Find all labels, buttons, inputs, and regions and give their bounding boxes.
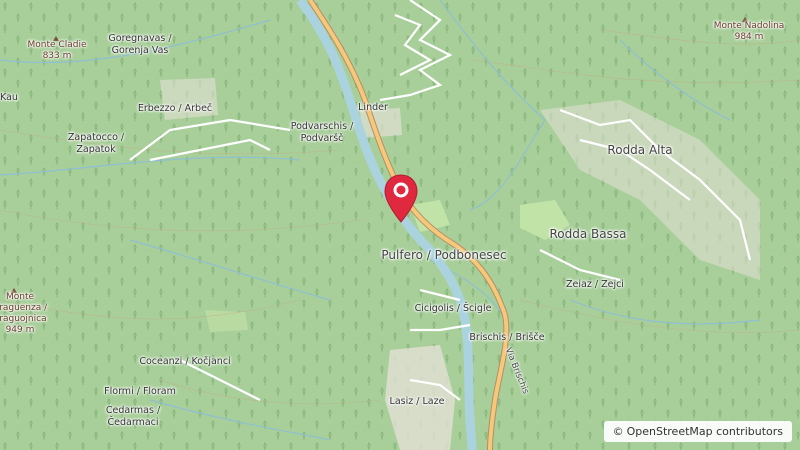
map-attribution[interactable]: © OpenStreetMap contributors <box>603 421 792 442</box>
coceanzi-label: Coceanzi / Kočjanci <box>139 356 231 367</box>
copyright-symbol: © <box>612 425 624 438</box>
lasiz-label: Lasiz / Laze <box>389 396 445 407</box>
attribution-link[interactable]: OpenStreetMap contributors <box>627 425 783 438</box>
monte-nadolina-label: Monte Nadolina 984 m <box>713 21 785 42</box>
brischis-label: Brischis / Brišče <box>469 332 545 343</box>
map-tiles[interactable] <box>0 0 800 450</box>
zapatocco-label: Zapatocco / Zapatok <box>67 132 125 155</box>
linder-label: Linder <box>358 102 388 113</box>
podvarschis-label: Podvarschis / Podvaršč <box>290 121 354 144</box>
erbezzo-label: Erbezzo / Arbeč <box>137 103 213 114</box>
flormi-label: Flormi / Floram <box>104 386 176 397</box>
monte-cladie-label: Monte Cladie 833 m <box>27 40 87 61</box>
zeiaz-label: Zeiaz / Zejci <box>566 279 624 290</box>
kau-label: Kau <box>0 92 18 103</box>
rodda-alta-label: Rodda Alta <box>607 143 673 157</box>
pulfero-label: Pulfero / Podbonesec <box>381 248 507 262</box>
cedarmas-label: Cedarmas / Čedarmaci <box>105 405 161 428</box>
goregnavas-label: Goregnavas / Gorenja Vas <box>108 33 172 56</box>
map-canvas[interactable]: Monte Cladie 833 m Goregnavas / Gorenja Va… <box>0 0 800 450</box>
rodda-bassa-label: Rodda Bassa <box>549 227 627 241</box>
monte-craguenza-label: MonteCraguenza / Kraguojnica949 m <box>0 292 48 335</box>
cicigolis-label: Cicigolis / Šcigle <box>414 303 492 314</box>
location-pin-icon[interactable] <box>383 173 419 225</box>
